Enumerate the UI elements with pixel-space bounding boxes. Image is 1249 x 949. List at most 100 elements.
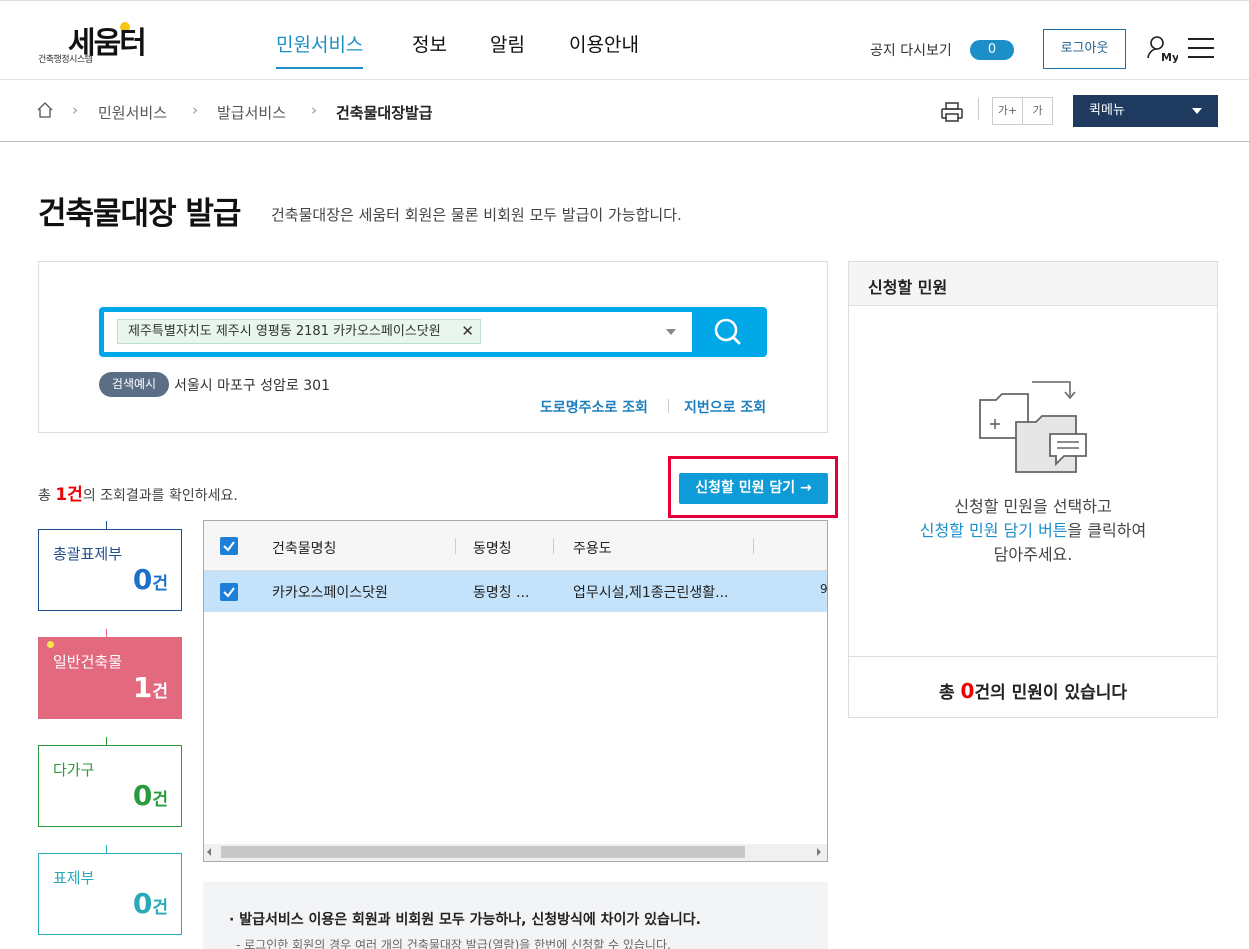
page-description: 건축물대장은 세움터 회원은 물론 비회원 모두 발급이 가능합니다. — [271, 206, 682, 224]
category-label: 다가구 — [53, 761, 95, 779]
my-page-icon[interactable]: My — [1146, 34, 1179, 66]
column-header-building-name[interactable]: 건축물명칭 — [272, 538, 336, 558]
font-size-down-button[interactable]: 가 — [1022, 97, 1053, 125]
folder-transfer-icon — [976, 378, 1088, 476]
svg-text:My: My — [1161, 51, 1178, 64]
search-button[interactable] — [692, 312, 762, 352]
search-example-badge: 검색예시 — [99, 372, 169, 397]
count-unit: 건 — [152, 574, 168, 594]
category-label: 총괄표제부 — [53, 545, 123, 563]
result-count-number: 1건 — [55, 485, 83, 505]
breadcrumb-chevron-icon: › — [311, 101, 317, 119]
category-label: 표제부 — [53, 869, 95, 887]
count-value: 0 — [132, 779, 153, 812]
home-icon[interactable] — [36, 101, 54, 119]
divider — [849, 656, 1217, 657]
count-value: 0 — [132, 563, 153, 596]
quick-menu-label: 퀵메뉴 — [1089, 103, 1125, 118]
select-all-checkbox[interactable] — [220, 537, 238, 555]
scroll-left-icon[interactable] — [207, 848, 211, 856]
nav-guide[interactable]: 이용안내 — [569, 30, 639, 57]
category-card-multi-family[interactable]: 다가구 0건 — [38, 737, 182, 827]
row-checkbox[interactable] — [220, 583, 238, 601]
breadcrumb-civil-service[interactable]: 민원서비스 — [98, 102, 167, 123]
print-icon[interactable] — [940, 100, 964, 124]
search-address-chip[interactable]: 제주특별자치도 제주시 영평동 2181 카카오스페이스닷원 ✕ — [117, 319, 481, 344]
cart-total: 총 0건의 민원이 있습니다 — [849, 678, 1217, 703]
search-icon — [714, 318, 741, 345]
font-size-up-button[interactable]: 가+ — [992, 97, 1023, 125]
category-count: 0건 — [133, 887, 168, 920]
quick-menu-select[interactable]: 퀵메뉴 — [1073, 95, 1218, 127]
caret-down-icon — [1192, 108, 1202, 114]
total-prefix: 총 — [938, 683, 961, 703]
cell-extra: 9 — [820, 582, 828, 596]
column-divider — [455, 538, 456, 554]
cart-panel — [848, 261, 1218, 718]
count-value: 1 — [132, 671, 153, 704]
scrollbar-thumb[interactable] — [221, 846, 745, 858]
total-suffix: 건의 민원이 있습니다 — [974, 683, 1128, 703]
card-notch — [106, 521, 182, 530]
category-card-summary[interactable]: 총괄표제부 0건 — [38, 521, 182, 611]
cart-panel-title: 신청할 민원 — [868, 278, 948, 297]
new-dot — [47, 641, 54, 648]
guide-rest: 을 클릭하여 — [1067, 521, 1147, 540]
close-icon[interactable]: ✕ — [461, 320, 474, 343]
category-card-general[interactable]: 일반건축물 1건 — [38, 629, 182, 719]
category-card-title-section[interactable]: 표제부 0건 — [38, 845, 182, 935]
cell-main-use: 업무시설,제1종근린생활... — [573, 585, 729, 601]
logo-sub-text: 건축행정시스템 — [38, 55, 93, 65]
cell-building-name: 카카오스페이스닷원 — [272, 585, 388, 601]
nav-alerts[interactable]: 알림 — [490, 30, 525, 57]
card-notch — [106, 737, 182, 746]
cell-dong-name: 동명칭 ... — [473, 585, 530, 601]
cart-guide-line-2: 신청할 민원 담기 버튼을 클릭하여 — [849, 517, 1217, 541]
page-title: 건축물대장 발급 — [38, 196, 241, 232]
column-header-dong-name[interactable]: 동명칭 — [473, 538, 512, 558]
notice-count-badge[interactable]: 0 — [970, 40, 1014, 60]
cart-guide-line-1: 신청할 민원을 선택하고 — [954, 497, 1112, 516]
nav-civil-service[interactable]: 민원서비스 — [276, 30, 364, 69]
count-unit: 건 — [152, 898, 168, 918]
search-chip-text: 제주특별자치도 제주시 영평동 2181 카카오스페이스닷원 — [128, 324, 441, 339]
breadcrumb-chevron-icon: › — [72, 101, 78, 119]
total-count: 0 — [960, 679, 975, 703]
result-count-text: 총 1건의 조회결과를 확인하세요. — [38, 480, 238, 505]
hamburger-menu-icon[interactable] — [1188, 38, 1214, 60]
result-suffix: 의 조회결과를 확인하세요. — [82, 488, 238, 504]
notice-line-1: · 발급서비스 이용은 회원과 비회원 모두 가능하나, 신청방식에 차이가 있… — [229, 912, 701, 928]
breadcrumb-issue-service[interactable]: 발급서비스 — [217, 102, 286, 123]
app-root: 세움터 건축행정시스템 민원서비스 정보 알림 이용안내 공지 다시보기 0 로… — [0, 0, 1249, 949]
column-header-main-use[interactable]: 주용도 — [573, 538, 612, 558]
cart-guide-line-3: 담아주세요. — [993, 545, 1073, 564]
divider — [978, 98, 979, 120]
dropdown-caret-icon[interactable] — [666, 329, 676, 335]
card-notch — [106, 845, 182, 854]
notice-review-label[interactable]: 공지 다시보기 — [870, 40, 952, 60]
logo[interactable]: 세움터 건축행정시스템 — [38, 18, 178, 68]
scroll-right-icon[interactable] — [817, 848, 821, 856]
guide-highlight: 신청할 민원 담기 버튼 — [919, 521, 1068, 540]
count-value: 0 — [132, 887, 153, 920]
column-divider — [753, 538, 754, 554]
road-address-search-link[interactable]: 도로명주소로 조회 — [540, 397, 648, 417]
lot-number-search-link[interactable]: 지번으로 조회 — [684, 397, 766, 417]
count-unit: 건 — [152, 682, 168, 702]
category-label: 일반건축물 — [53, 653, 123, 671]
search-example-text: 서울시 마포구 성암로 301 — [174, 378, 330, 394]
column-divider — [553, 538, 554, 554]
category-count: 1건 — [133, 671, 168, 704]
card-notch — [106, 629, 182, 638]
category-count: 0건 — [133, 563, 168, 596]
result-prefix: 총 — [38, 488, 56, 504]
divider — [668, 399, 669, 413]
logout-button[interactable]: 로그아웃 — [1043, 29, 1126, 69]
breadcrumb-chevron-icon: › — [192, 101, 198, 119]
count-unit: 건 — [152, 790, 168, 810]
breadcrumb-bar — [0, 80, 1249, 142]
nav-info[interactable]: 정보 — [412, 30, 447, 57]
notice-line-2: - 로그인한 회원의 경우 여러 개의 건축물대장 발급(열람)을 한번에 신청… — [236, 938, 671, 949]
add-to-cart-button[interactable]: 신청할 민원 담기 → — [679, 473, 828, 504]
breadcrumb-current: 건축물대장발급 — [336, 104, 433, 122]
